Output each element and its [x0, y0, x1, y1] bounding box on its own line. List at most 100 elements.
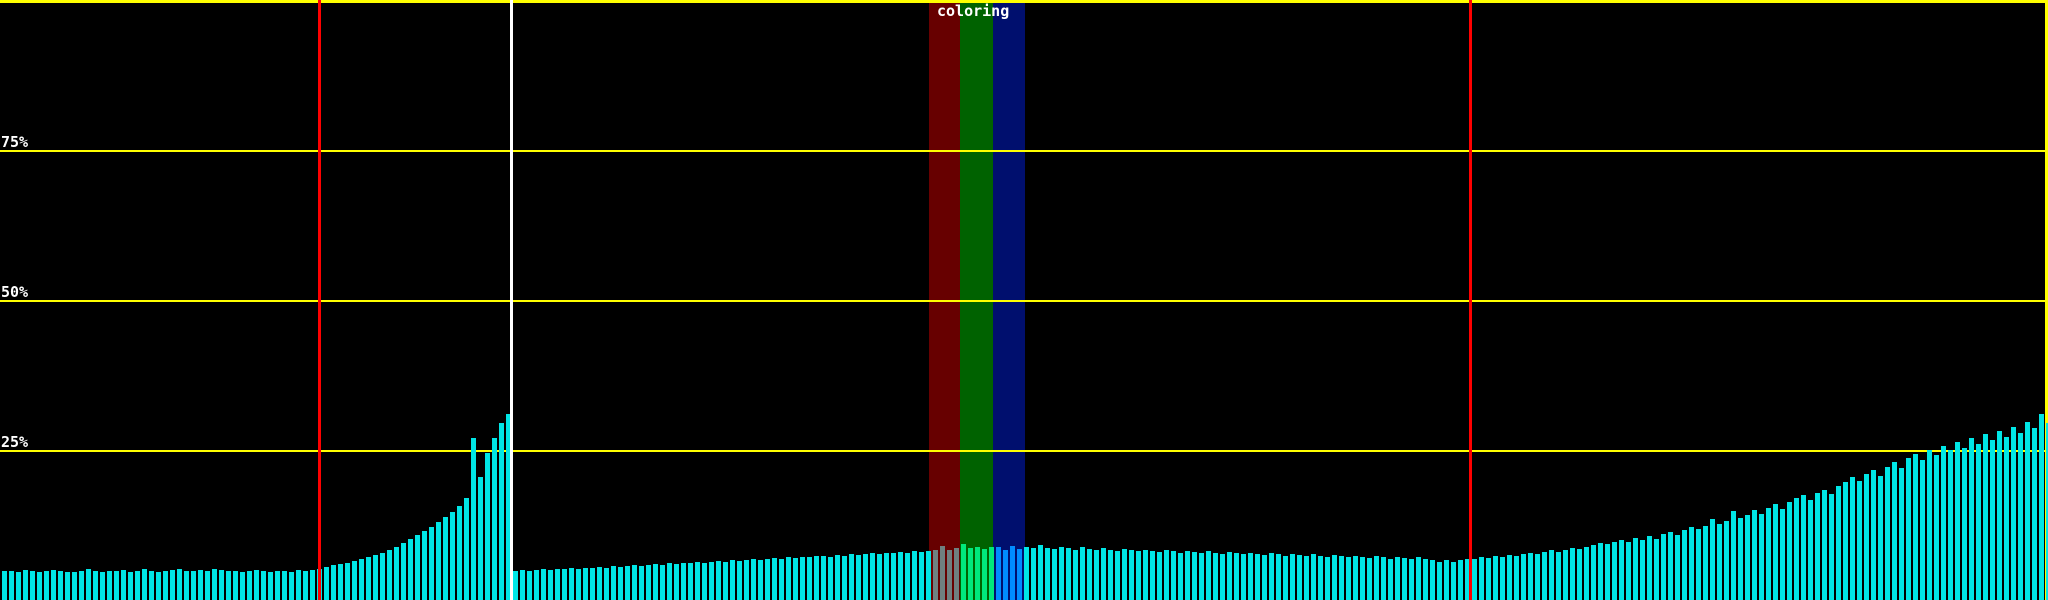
histogram-bar — [1892, 462, 1897, 600]
histogram-bar — [1535, 554, 1540, 600]
histogram-bar — [1031, 548, 1036, 600]
histogram-bar — [2025, 422, 2030, 600]
histogram-bar — [1955, 442, 1960, 600]
histogram-bar — [1577, 549, 1582, 600]
y-tick-label-25: 25% — [1, 434, 28, 450]
histogram-bar — [1640, 540, 1645, 600]
histogram-bar — [961, 544, 966, 600]
histogram-bar — [457, 506, 462, 600]
histogram-bar — [1689, 527, 1694, 600]
histogram-bar — [86, 569, 91, 600]
histogram-bar — [23, 570, 28, 600]
gridline-100 — [0, 0, 2048, 3]
histogram-bar — [1416, 557, 1421, 600]
histogram-bar — [1675, 535, 1680, 600]
histogram-bar — [1906, 458, 1911, 600]
histogram-bar — [1311, 554, 1316, 600]
histogram-bar — [226, 571, 231, 600]
histogram-bar — [1815, 493, 1820, 600]
histogram-bar — [1024, 547, 1029, 600]
histogram-bar — [394, 547, 399, 600]
histogram-bar — [324, 567, 329, 600]
marker-red-left — [318, 0, 321, 600]
histogram-bar — [1108, 550, 1113, 600]
histogram-bar — [1794, 498, 1799, 600]
histogram-bar — [478, 477, 483, 600]
histogram-bar — [142, 569, 147, 600]
histogram-bar — [709, 562, 714, 600]
histogram-bar — [1948, 450, 1953, 600]
histogram-bar — [1822, 490, 1827, 600]
histogram-bar — [1178, 553, 1183, 600]
histogram-bar — [1388, 559, 1393, 600]
histogram-bar — [919, 552, 924, 600]
histogram-bar — [779, 559, 784, 600]
histogram-bar — [639, 566, 644, 600]
histogram-bar — [1087, 549, 1092, 600]
histogram-bar — [681, 563, 686, 600]
histogram-bar — [940, 546, 945, 600]
histogram-bar — [2011, 427, 2016, 600]
histogram-bar — [1570, 548, 1575, 600]
histogram-bar — [898, 552, 903, 600]
histogram-bar — [1724, 521, 1729, 600]
histogram-bar — [79, 571, 84, 600]
histogram-bar — [191, 571, 196, 600]
histogram-bar — [261, 571, 266, 600]
histogram-bar — [436, 522, 441, 600]
histogram-bar — [716, 561, 721, 600]
histogram-bar — [366, 557, 371, 600]
histogram-bar — [1920, 460, 1925, 600]
histogram-bar — [1283, 556, 1288, 600]
histogram-bar — [240, 572, 245, 600]
histogram-bar — [1094, 550, 1099, 600]
histogram-bar — [1542, 552, 1547, 600]
histogram-bar — [765, 559, 770, 600]
histogram-bar — [471, 438, 476, 600]
histogram-bar — [247, 571, 252, 600]
histogram-bar — [100, 572, 105, 600]
histogram-bar — [646, 565, 651, 600]
histogram-bar — [548, 570, 553, 600]
histogram-bar — [863, 554, 868, 600]
histogram-bar — [527, 571, 532, 600]
histogram-bar — [1626, 542, 1631, 600]
histogram-bar — [821, 556, 826, 600]
histogram-bar — [422, 531, 427, 600]
histogram-bar — [933, 550, 938, 600]
histogram-bar — [912, 551, 917, 600]
histogram-bar — [296, 570, 301, 600]
coloring-band-label: coloring — [937, 4, 1009, 19]
histogram-bar — [1528, 553, 1533, 600]
histogram-bar — [604, 568, 609, 600]
histogram-bar — [688, 563, 693, 600]
histogram-bar — [786, 557, 791, 600]
histogram-bar — [149, 571, 154, 600]
histogram-bar — [1479, 557, 1484, 600]
histogram-bar — [1598, 543, 1603, 600]
histogram-bar — [1486, 558, 1491, 600]
histogram-bar — [884, 553, 889, 600]
histogram-bar — [1801, 495, 1806, 600]
histogram-bar — [1773, 504, 1778, 600]
histogram-bar — [744, 560, 749, 600]
histogram-bar — [233, 571, 238, 600]
histogram-bar — [1885, 467, 1890, 600]
histogram-bar — [1073, 550, 1078, 600]
histogram-bar — [653, 564, 658, 600]
histogram-bar — [1682, 530, 1687, 600]
histogram-bar — [597, 567, 602, 600]
histogram-bar — [1080, 547, 1085, 600]
histogram-bar — [1234, 553, 1239, 600]
histogram-bar — [905, 553, 910, 600]
histogram-bar — [1339, 556, 1344, 600]
histogram-bar — [569, 568, 574, 600]
histogram-bar — [1059, 547, 1064, 600]
histogram-bar — [1367, 558, 1372, 600]
histogram-bar — [128, 572, 133, 600]
histogram-bar — [835, 555, 840, 600]
histogram-bar — [828, 557, 833, 600]
histogram-bar — [289, 572, 294, 600]
histogram-bar — [1864, 474, 1869, 600]
histogram-bar — [583, 568, 588, 600]
